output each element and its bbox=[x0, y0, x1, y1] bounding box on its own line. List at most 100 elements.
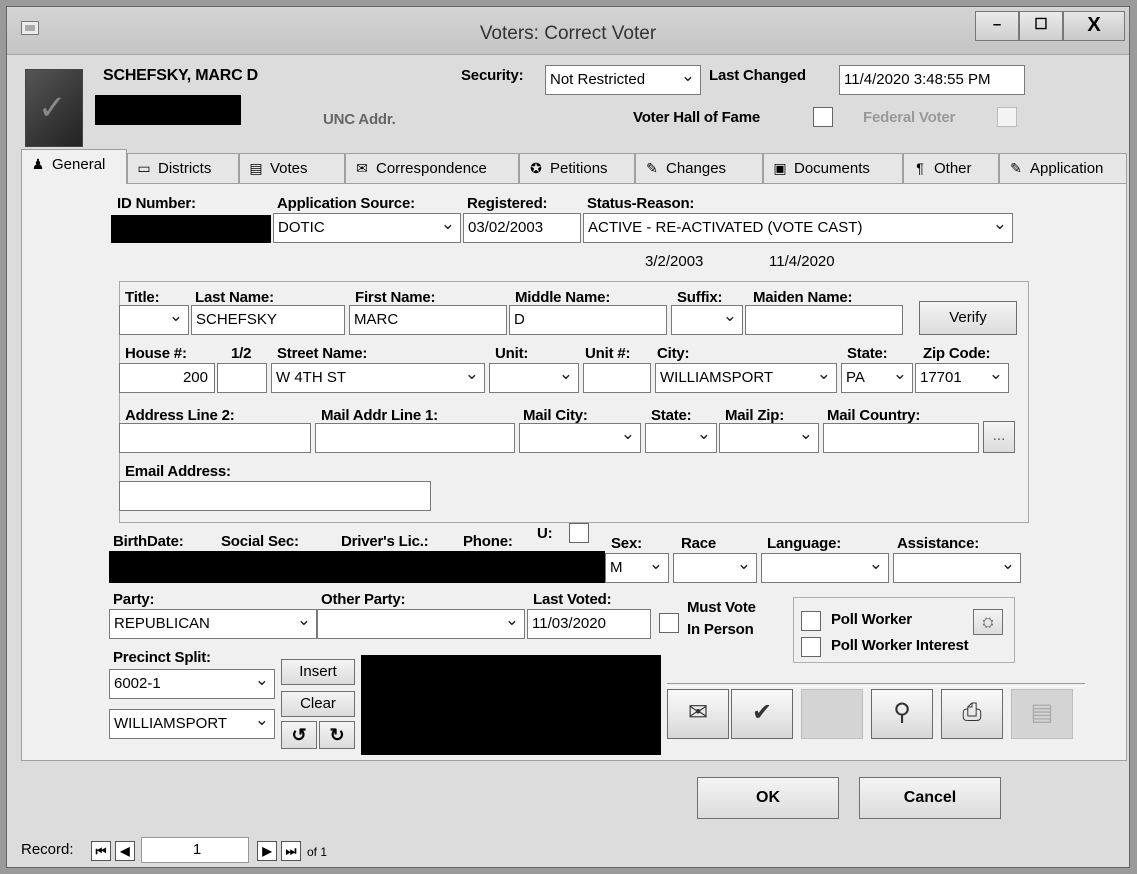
signature-button[interactable]: ✔ bbox=[731, 689, 793, 739]
first-name-field[interactable]: MARC bbox=[349, 305, 507, 335]
unit-select[interactable] bbox=[489, 363, 579, 393]
state-select[interactable]: PA bbox=[841, 363, 913, 393]
tab-general[interactable]: ♟ General bbox=[21, 149, 127, 184]
house-number-field[interactable]: 200 bbox=[119, 363, 215, 393]
tab-changes[interactable]: ✎ Changes bbox=[635, 153, 763, 183]
undo-button[interactable]: ↺ bbox=[281, 721, 317, 749]
city-select[interactable]: WILLIAMSPORT bbox=[655, 363, 837, 393]
tab-votes[interactable]: ▤ Votes bbox=[239, 153, 345, 183]
voter-photo bbox=[25, 69, 83, 147]
insert-button[interactable]: Insert bbox=[281, 659, 355, 685]
street-name-select[interactable]: W 4TH ST bbox=[271, 363, 485, 393]
mail-country-field[interactable] bbox=[823, 423, 979, 453]
mail-icon: ✉ bbox=[356, 160, 368, 176]
search-icon: ⚲ bbox=[893, 699, 911, 726]
mail-city-label: Mail City: bbox=[523, 407, 588, 424]
verify-button[interactable]: Verify bbox=[919, 301, 1017, 335]
phone-label: Phone: bbox=[463, 533, 513, 550]
print-button[interactable]: ⎙ bbox=[941, 689, 1003, 739]
mail-state-select[interactable] bbox=[645, 423, 717, 453]
middle-name-field[interactable]: D bbox=[509, 305, 667, 335]
districts-icon: ▭ bbox=[137, 160, 151, 176]
status-date-1: 3/2/2003 bbox=[645, 253, 704, 270]
prev-record-button[interactable]: ◀ bbox=[115, 841, 135, 861]
mail-country-browse-button[interactable]: ... bbox=[983, 421, 1015, 453]
poll-worker-label: Poll Worker bbox=[831, 611, 912, 628]
municipality-select[interactable]: WILLIAMSPORT bbox=[109, 709, 275, 739]
half-field[interactable] bbox=[217, 363, 267, 393]
suffix-select[interactable] bbox=[671, 305, 743, 335]
unit-label: Unit: bbox=[495, 345, 529, 362]
documents-icon: ▣ bbox=[773, 160, 787, 176]
petition-icon: ✪ bbox=[530, 160, 542, 176]
zip-code-select[interactable]: 17701 bbox=[915, 363, 1009, 393]
record-number-field[interactable]: 1 bbox=[141, 837, 249, 863]
votes-icon: ▤ bbox=[249, 160, 263, 176]
email-field[interactable] bbox=[119, 481, 431, 511]
must-vote-label: Must Vote bbox=[687, 599, 756, 616]
tab-label: Changes bbox=[666, 160, 727, 177]
tab-other[interactable]: ¶ Other bbox=[903, 153, 999, 183]
poll-worker-detail-button[interactable]: ⛭ bbox=[973, 609, 1003, 635]
tab-documents[interactable]: ▣ Documents bbox=[763, 153, 903, 183]
unit-number-label: Unit #: bbox=[585, 345, 631, 362]
title-select[interactable] bbox=[119, 305, 189, 335]
must-vote-in-person-checkbox[interactable] bbox=[659, 613, 679, 633]
record-label: Record: bbox=[21, 841, 74, 858]
last-changed-field[interactable]: 11/4/2020 3:48:55 PM bbox=[839, 65, 1025, 95]
party-select[interactable]: REPUBLICAN bbox=[109, 609, 317, 639]
voter-name: SCHEFSKY, MARC D bbox=[103, 67, 259, 84]
assistance-select[interactable] bbox=[893, 553, 1021, 583]
next-record-button[interactable]: ▶ bbox=[257, 841, 277, 861]
in-person-label: In Person bbox=[687, 621, 754, 638]
poll-worker-checkbox[interactable] bbox=[801, 611, 821, 631]
maiden-name-field[interactable] bbox=[745, 305, 903, 335]
ok-button[interactable]: OK bbox=[697, 777, 839, 819]
registered-field[interactable]: 03/02/2003 bbox=[463, 213, 581, 243]
mail-zip-select[interactable] bbox=[719, 423, 819, 453]
precinct-split-select[interactable]: 6002-1 bbox=[109, 669, 275, 699]
security-select[interactable]: Not Restricted bbox=[545, 65, 701, 95]
unit-number-field[interactable] bbox=[583, 363, 651, 393]
person-icon: ♟ bbox=[31, 156, 45, 172]
minimize-button[interactable]: – bbox=[975, 11, 1019, 41]
redo-button[interactable]: ↻ bbox=[319, 721, 355, 749]
maximize-button[interactable]: ☐ bbox=[1019, 11, 1063, 41]
federal-voter-label: Federal Voter bbox=[863, 109, 956, 126]
close-button[interactable]: X bbox=[1063, 11, 1125, 41]
search-person-button[interactable]: ⚲ bbox=[871, 689, 933, 739]
edit-icon: ✎ bbox=[646, 160, 658, 176]
last-voted-field[interactable]: 11/03/2020 bbox=[527, 609, 651, 639]
race-select[interactable] bbox=[673, 553, 757, 583]
tab-label: Petitions bbox=[550, 160, 608, 177]
language-select[interactable] bbox=[761, 553, 889, 583]
tab-label: Districts bbox=[158, 160, 212, 177]
clear-button[interactable]: Clear bbox=[281, 691, 355, 717]
u-checkbox[interactable] bbox=[569, 523, 589, 543]
app-source-select[interactable]: DOTIC bbox=[273, 213, 461, 243]
redacted-map bbox=[361, 655, 661, 755]
last-name-field[interactable]: SCHEFSKY bbox=[191, 305, 345, 335]
badge-icon: ⛭ bbox=[982, 614, 994, 630]
other-party-select[interactable] bbox=[317, 609, 525, 639]
poll-worker-interest-checkbox[interactable] bbox=[801, 637, 821, 657]
document-icon: ▤ bbox=[1030, 699, 1054, 726]
sex-select[interactable]: M bbox=[605, 553, 669, 583]
application-icon: ✎ bbox=[1010, 160, 1022, 176]
address-line-2-field[interactable] bbox=[119, 423, 311, 453]
envelope-button[interactable]: ✉ bbox=[667, 689, 729, 739]
tab-petitions[interactable]: ✪ Petitions bbox=[519, 153, 635, 183]
tab-correspondence[interactable]: ✉ Correspondence bbox=[345, 153, 519, 183]
report-button[interactable]: ▤ bbox=[1011, 689, 1073, 739]
mail-addr-1-field[interactable] bbox=[315, 423, 515, 453]
mail-city-select[interactable] bbox=[519, 423, 641, 453]
last-record-button[interactable]: ⏭ bbox=[281, 841, 301, 861]
status-select[interactable]: ACTIVE - RE-ACTIVATED (VOTE CAST) bbox=[583, 213, 1013, 243]
tab-application[interactable]: ✎ Application bbox=[999, 153, 1127, 183]
first-record-button[interactable]: ⏮ bbox=[91, 841, 111, 861]
federal-voter-checkbox[interactable] bbox=[997, 107, 1017, 127]
hall-of-fame-checkbox[interactable] bbox=[813, 107, 833, 127]
blank-toolbar-button[interactable] bbox=[801, 689, 863, 739]
tab-districts[interactable]: ▭ Districts bbox=[127, 153, 239, 183]
cancel-button[interactable]: Cancel bbox=[859, 777, 1001, 819]
